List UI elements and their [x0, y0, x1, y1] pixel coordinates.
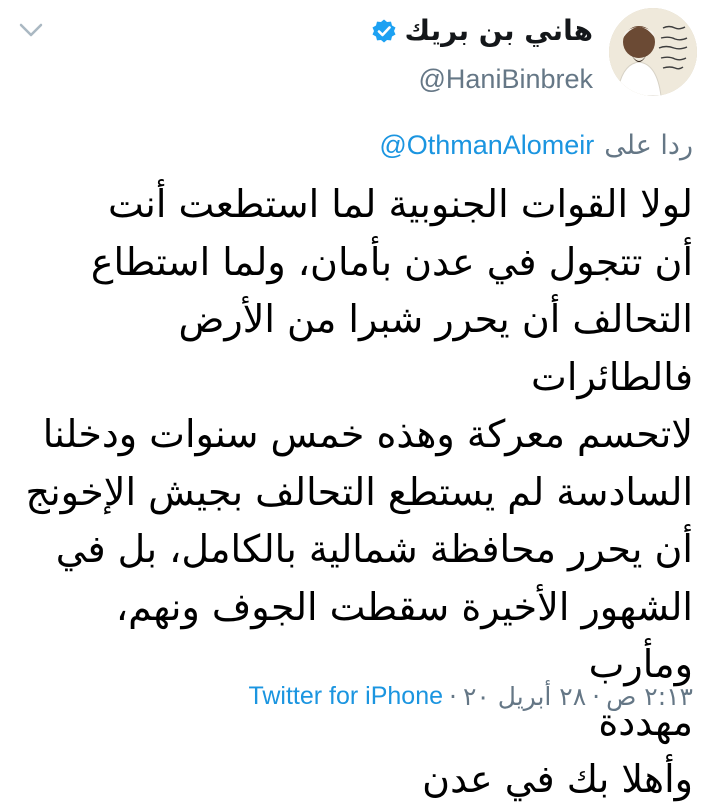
tweet-metadata: ٢:١٣ ص · ٢٨ أبريل ٢٠ · Twitter for iPhon… [248, 682, 693, 711]
tweet-client-link[interactable]: Twitter for iPhone [248, 682, 443, 711]
chevron-down-icon[interactable] [18, 20, 44, 40]
meta-separator: · [592, 682, 601, 711]
reply-mention-link[interactable]: @OthmanAlomeir [379, 130, 594, 161]
verified-badge-icon [372, 19, 395, 42]
tweet-header: هاني بن بريك @HaniBinbrek [0, 0, 715, 110]
avatar[interactable] [609, 8, 697, 96]
reply-context: ردا على @OthmanAlomeir [379, 130, 693, 161]
meta-separator: · [449, 682, 457, 711]
reply-label: ردا على [604, 130, 693, 161]
display-name[interactable]: هاني بن بريك [405, 14, 594, 47]
tweet-time[interactable]: ٢:١٣ ص [606, 682, 693, 711]
tweet-date[interactable]: ٢٨ أبريل ٢٠ [463, 682, 586, 711]
author-handle[interactable]: @HaniBinbrek [419, 64, 594, 95]
tweet-text: لولا القوات الجنوبية لما استطعت أنت أن ت… [25, 182, 693, 801]
author-name-row: هاني بن بريك [371, 14, 594, 47]
